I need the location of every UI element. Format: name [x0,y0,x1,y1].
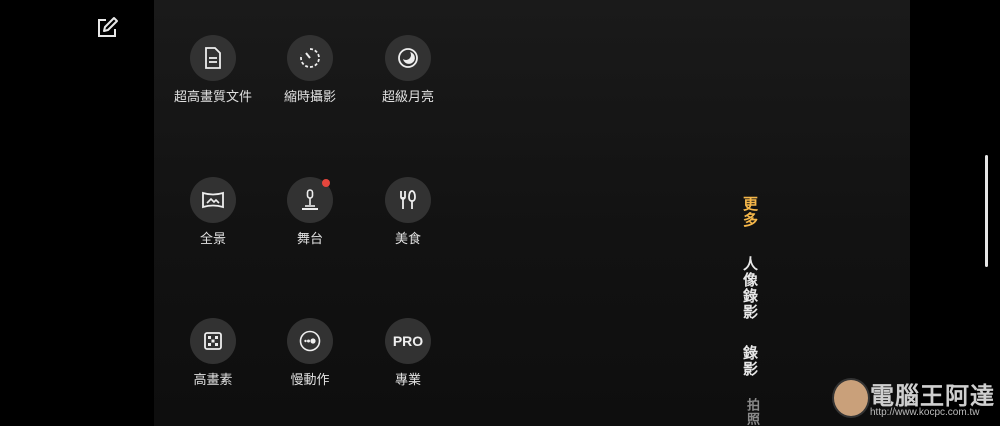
mode-label: 專業 [394,373,421,388]
left-bar [0,0,154,426]
mode-label: 舞台 [296,232,323,247]
panorama-icon [190,177,236,223]
tab-photo[interactable]: 拍照 [742,398,761,426]
timelapse-icon [287,35,333,81]
mascot-icon [832,378,870,418]
mode-label: 超高畫質文件 [173,90,252,105]
mode-panel: 超高畫質文件 縮時攝影 超級月亮 全景 舞台 美食 高畫素 慢動作 PRO 專業 [154,0,910,426]
food-icon [385,177,431,223]
watermark-url: http://www.kocpc.com.tw [870,407,980,418]
mode-document[interactable]: 超高畫質文件 [165,35,261,115]
pro-icon: PRO [385,318,431,364]
tab-video[interactable]: 錄影 [740,345,761,377]
mode-panorama[interactable]: 全景 [165,177,261,257]
mode-label: 美食 [394,232,421,247]
stage-icon [287,177,333,223]
tab-more[interactable]: 更多 [740,196,761,228]
mode-timelapse[interactable]: 縮時攝影 [262,35,358,115]
high-resolution-icon [190,318,236,364]
mode-stage[interactable]: 舞台 [262,177,358,257]
mode-high-resolution[interactable]: 高畫素 [165,318,261,398]
mode-slow-motion[interactable]: 慢動作 [262,318,358,398]
mode-label: 縮時攝影 [283,90,336,105]
mode-pro[interactable]: PRO 專業 [360,318,456,398]
watermark-text: 電腦王阿達 [870,382,995,410]
pro-icon-text: PRO [392,333,424,349]
new-badge [322,179,330,187]
slow-motion-icon [287,318,333,364]
mode-label: 超級月亮 [381,90,434,105]
watermark: 電腦王阿達 http://www.kocpc.com.tw [832,374,994,422]
mode-label: 慢動作 [290,373,330,388]
edit-icon[interactable] [95,16,119,40]
mode-food[interactable]: 美食 [360,177,456,257]
mode-label: 高畫素 [193,373,233,388]
document-icon [190,35,236,81]
mode-moon[interactable]: 超級月亮 [360,35,456,115]
mode-label: 全景 [199,232,226,247]
moon-icon [385,35,431,81]
scroll-indicator[interactable] [985,155,988,267]
tab-portrait-video[interactable]: 人像錄影 [740,256,761,320]
